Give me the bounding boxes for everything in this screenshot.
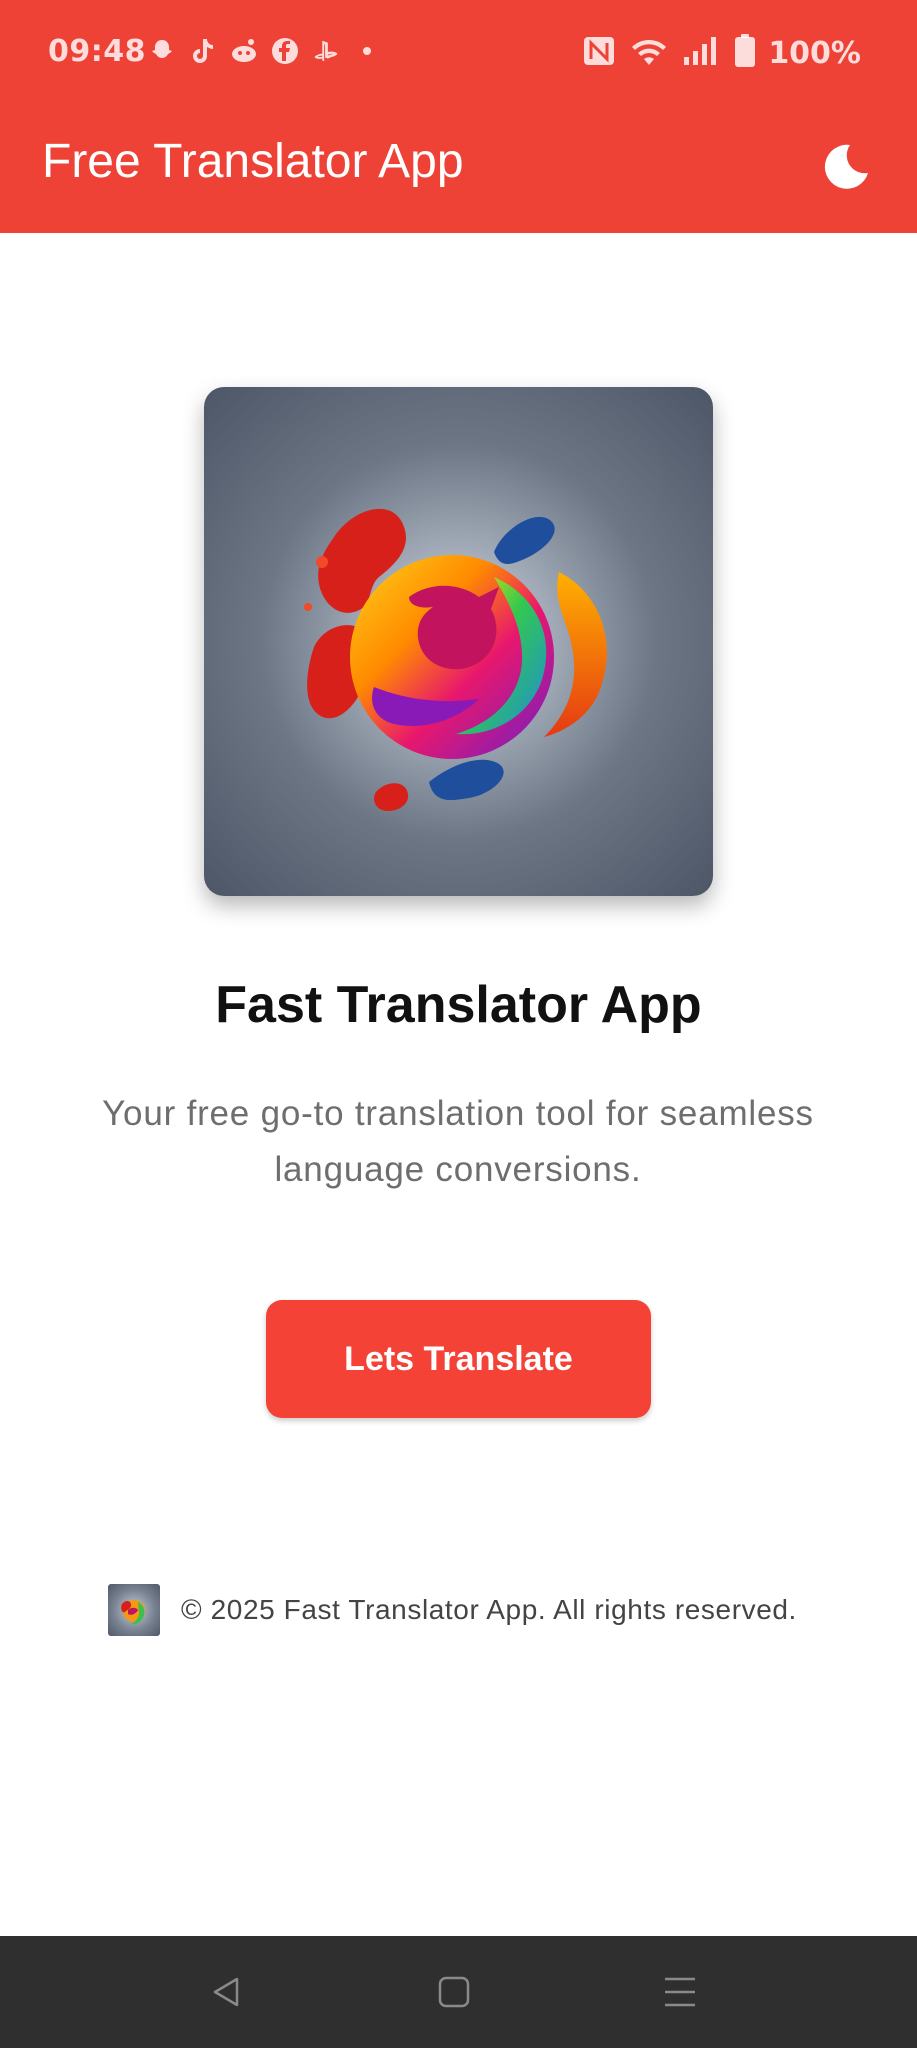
theme-toggle-button[interactable] — [811, 132, 881, 202]
menu-icon — [665, 1977, 695, 2007]
back-button[interactable] — [198, 1964, 254, 2020]
nfc-icon — [582, 35, 616, 72]
signal-icon — [682, 35, 722, 72]
battery-percent: 100% — [768, 36, 861, 71]
home-button[interactable] — [426, 1964, 482, 2020]
reddit-icon — [230, 36, 258, 66]
playstation-icon — [312, 36, 340, 66]
facebook-icon — [271, 36, 299, 66]
status-bar: 09:48 100% — [0, 0, 917, 104]
menu-button[interactable] — [652, 1964, 708, 2020]
copyright-text: © 2025 Fast Translator App. All rights r… — [181, 1594, 797, 1625]
app-bar: Free Translator App — [0, 104, 917, 233]
battery-icon — [734, 34, 756, 73]
back-icon — [213, 1977, 239, 2007]
app-bar-title: Free Translator App — [42, 135, 464, 188]
status-time: 09:48 — [48, 34, 146, 69]
moon-icon — [824, 144, 868, 189]
navigation-bar — [0, 1936, 917, 2048]
tiktok-icon — [189, 36, 217, 66]
app-name-heading: Fast Translator App — [215, 976, 702, 1034]
lets-translate-button[interactable]: Lets Translate — [266, 1300, 651, 1418]
home-icon — [438, 1976, 470, 2008]
wifi-icon — [628, 35, 670, 72]
app-logo — [204, 387, 713, 896]
notification-icons — [148, 36, 381, 66]
snapchat-icon — [148, 36, 176, 66]
app-tagline: Your free go-to translation tool for sea… — [102, 1094, 814, 1189]
system-icons: 100% — [582, 34, 861, 73]
dot-icon — [353, 36, 381, 66]
footer-logo — [108, 1584, 160, 1636]
footer: © 2025 Fast Translator App. All rights r… — [108, 1584, 797, 1636]
